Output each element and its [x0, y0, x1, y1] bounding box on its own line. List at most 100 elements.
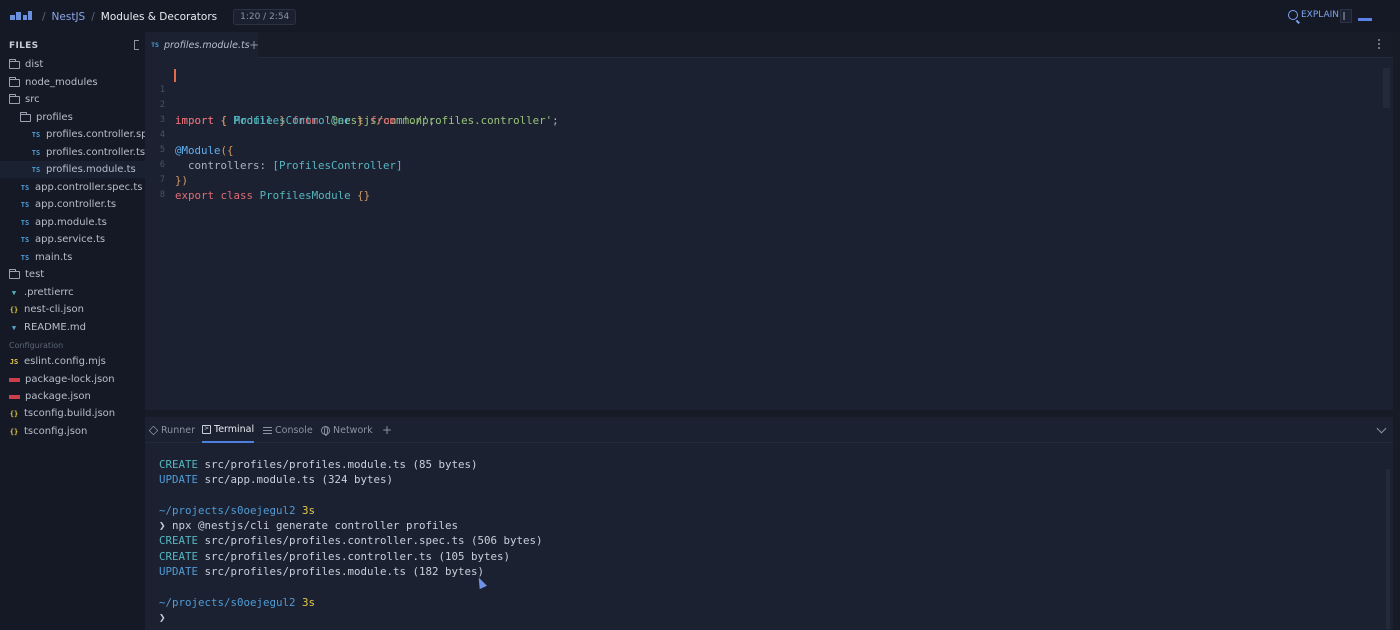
file-label: app.service.ts — [35, 234, 106, 245]
folder-item[interactable]: src — [9, 91, 40, 108]
json-icon: {} — [9, 427, 19, 436]
add-panel-tab-icon[interactable]: + — [382, 423, 392, 437]
explain-label: EXPLAIN — [1301, 10, 1340, 20]
breadcrumb-separator: / — [91, 11, 95, 23]
file-item[interactable]: TS app.module.ts — [20, 214, 107, 231]
folder-item[interactable]: test — [9, 266, 44, 283]
explain-button[interactable]: EXPLAIN — [1288, 10, 1339, 20]
tab-terminal-label: Terminal — [214, 423, 255, 435]
layout-panel-toggle-icon[interactable] — [1356, 9, 1374, 23]
line-number: 8 — [159, 190, 165, 200]
console-icon — [263, 426, 272, 435]
layout-sidebar-toggle-icon[interactable] — [1340, 9, 1352, 23]
editor-scrollbar[interactable] — [1383, 68, 1390, 108]
terminal-line-text: src/profiles/profiles.controller.ts (105… — [204, 550, 511, 563]
terminal-line: CREATE src/profiles/profiles.controller.… — [159, 549, 510, 564]
file-item[interactable]: JS eslint.config.mjs — [9, 353, 106, 370]
code-editor[interactable]: TS profiles.module.ts + 1 import { Modul… — [145, 32, 1393, 410]
add-tab-icon[interactable]: + — [249, 38, 259, 52]
terminal-line-text: src/profiles/profiles.module.ts (85 byte… — [204, 458, 478, 471]
file-item[interactable]: package-lock.json — [9, 371, 115, 388]
more-options-icon[interactable] — [1378, 39, 1381, 50]
file-label: test — [25, 269, 45, 280]
typescript-icon: TS — [31, 130, 41, 139]
terminal-line: ~/projects/s0oejegul2 3s — [159, 503, 315, 518]
time-badge: 1:20 / 2:54 — [233, 9, 297, 25]
chevron-down-icon[interactable] — [1376, 423, 1387, 434]
code-line: 8 — [145, 173, 184, 200]
file-label: tsconfig.build.json — [24, 408, 116, 419]
file-item[interactable]: TS app.controller.spec.ts — [20, 179, 143, 196]
npm-icon — [9, 377, 20, 382]
tab-label: profiles.module.ts — [164, 39, 250, 51]
breadcrumb-course-link[interactable]: NestJS — [52, 11, 86, 23]
folder-item[interactable]: profiles — [20, 109, 73, 126]
terminal-scrollbar[interactable] — [1386, 469, 1390, 629]
file-item[interactable]: TS profiles.controller.ts — [31, 144, 145, 161]
configuration-heading: Configuration — [9, 341, 64, 350]
javascript-icon: JS — [9, 357, 19, 366]
tab-terminal[interactable]: > Terminal — [202, 417, 255, 443]
typescript-icon: TS — [20, 183, 30, 192]
terminal-line-text: src/profiles/profiles.controller.spec.ts… — [204, 534, 543, 547]
code-line-text: controllers: [ProfilesController] — [175, 159, 403, 172]
file-label: tsconfig.json — [24, 426, 88, 437]
tab-profiles-module[interactable]: TS profiles.module.ts — [145, 32, 258, 58]
code-line-text: export class ProfilesModule {} — [175, 189, 371, 202]
file-item[interactable]: TS main.ts — [20, 249, 73, 266]
folder-item[interactable]: dist — [9, 56, 43, 73]
tab-runner-label: Runner — [161, 424, 195, 436]
file-label: profiles.module.ts — [46, 164, 136, 175]
typescript-icon: TS — [20, 218, 30, 227]
code-line: 2 import { ProfilesController } from './… — [145, 83, 559, 127]
code-line-text: import { ProfilesController } from './pr… — [175, 114, 559, 127]
create-label: CREATE — [159, 458, 199, 471]
prompt-duration: 3s — [302, 596, 316, 609]
file-item[interactable]: TS app.controller.ts — [20, 196, 116, 213]
file-label: profiles — [36, 112, 73, 123]
folder-icon — [9, 76, 20, 87]
files-heading: FILES — [9, 41, 39, 51]
terminal-line: ❯ npx @nestjs/cli generate controller pr… — [159, 518, 458, 533]
search-icon — [1288, 10, 1298, 20]
file-item[interactable]: TS profiles.module.ts — [0, 161, 145, 178]
file-label: node_modules — [25, 77, 98, 88]
typescript-icon: TS — [151, 41, 159, 49]
typescript-icon: TS — [31, 148, 41, 157]
file-label: eslint.config.mjs — [24, 356, 106, 367]
tab-console-label: Console — [275, 424, 313, 436]
tab-runner[interactable]: Runner — [148, 417, 195, 443]
terminal-command: npx @nestjs/cli generate controller prof… — [172, 519, 459, 532]
top-bar: / NestJS / Modules & Decorators 1:20 / 2… — [0, 0, 1400, 32]
json-icon: {} — [9, 305, 19, 314]
file-item[interactable]: TS app.service.ts — [20, 231, 105, 248]
file-label: profiles.controller.ts — [46, 147, 145, 158]
terminal-line: ~/projects/s0oejegul2 3s — [159, 595, 315, 610]
terminal-line: UPDATE src/app.module.ts (324 bytes) — [159, 472, 393, 487]
folder-item[interactable]: node_modules — [9, 74, 98, 91]
file-item[interactable]: {} nest-cli.json — [9, 301, 84, 318]
file-item[interactable]: package.json — [9, 388, 91, 405]
tab-network[interactable]: Network — [321, 417, 373, 443]
file-item[interactable]: ▼ .prettierrc — [9, 284, 74, 301]
file-item[interactable]: ▼ README.md — [9, 319, 86, 336]
file-label: profiles.controller.spec.ts — [46, 129, 145, 140]
create-label: CREATE — [159, 534, 199, 547]
file-label: .prettierrc — [24, 287, 74, 298]
file-label: README.md — [24, 322, 87, 333]
collapse-sidebar-icon[interactable] — [134, 40, 139, 50]
file-item[interactable]: {} tsconfig.build.json — [9, 405, 115, 422]
tab-console[interactable]: Console — [263, 417, 313, 443]
folder-icon — [9, 93, 20, 104]
file-item[interactable]: TS profiles.controller.spec.ts — [31, 126, 145, 143]
app-logo-icon[interactable] — [10, 11, 32, 21]
code-line: 7 export class ProfilesModule {} — [145, 158, 370, 202]
file-item[interactable]: {} tsconfig.json — [9, 423, 88, 440]
markdown-icon: ▼ — [11, 323, 17, 332]
npm-icon — [9, 394, 20, 399]
editor-tab-bar: TS profiles.module.ts + — [145, 32, 1393, 58]
typescript-icon: TS — [20, 253, 30, 262]
globe-icon — [321, 425, 330, 436]
file-label: nest-cli.json — [24, 304, 84, 315]
breadcrumb: / NestJS / Modules & Decorators 1:20 / 2… — [42, 9, 297, 25]
